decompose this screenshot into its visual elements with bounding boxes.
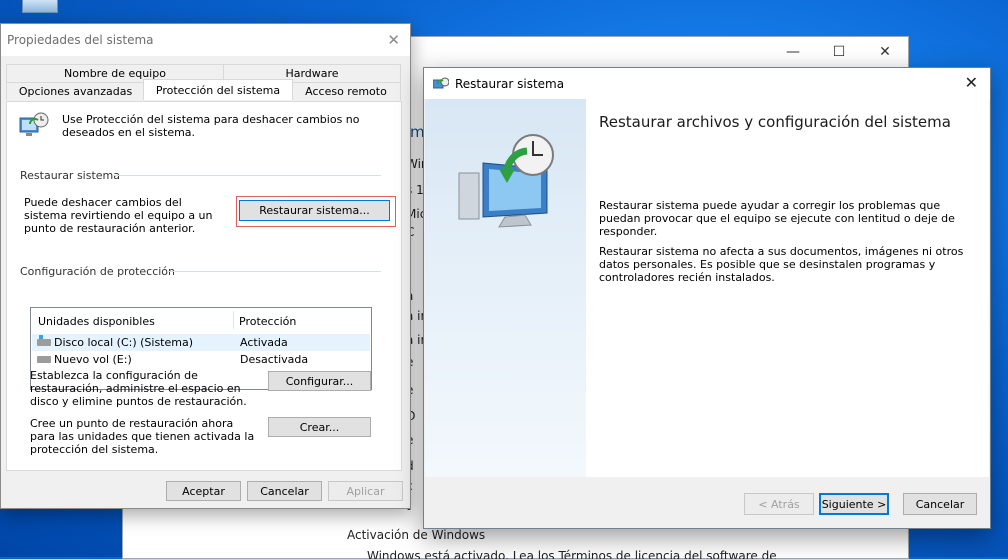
config-group-label: Configuración de protección xyxy=(20,265,176,278)
drive-icon xyxy=(37,356,51,363)
column-header-protection[interactable]: Protección xyxy=(239,315,296,328)
desktop-icon[interactable] xyxy=(22,0,58,13)
drive-row[interactable]: Nuevo vol (E:) Desactivada xyxy=(32,351,370,368)
tab-proteccion-sistema[interactable]: Protección del sistema xyxy=(143,79,293,100)
group-divider xyxy=(113,175,381,176)
tab-label: Opciones avanzadas xyxy=(18,85,133,98)
wizard-side-panel xyxy=(425,99,586,477)
wizard-paragraph-1: Restaurar sistema puede ayudar a corregi… xyxy=(599,199,955,238)
system-restore-illustration xyxy=(458,134,554,228)
cancel-button[interactable]: Cancelar xyxy=(247,481,322,501)
ok-button[interactable]: Aceptar xyxy=(166,481,241,501)
wizard-title: Restaurar sistema xyxy=(455,76,565,91)
drive-row[interactable]: Disco local (C:) (Sistema) Activada xyxy=(32,334,370,351)
drive-name: Nuevo vol (E:) xyxy=(54,353,132,366)
wizard-paragraph-2: Restaurar sistema no afecta a sus docume… xyxy=(599,245,964,284)
intro-text: Use Protección del sistema para deshacer… xyxy=(62,113,360,139)
wizard-footer: < Atrás Siguiente > Cancelar xyxy=(424,477,990,528)
close-button[interactable]: ✕ xyxy=(862,37,908,67)
restore-app-icon xyxy=(433,77,449,88)
restore-system-button[interactable]: Restaurar sistema... xyxy=(239,200,390,221)
drive-protection-status: Activada xyxy=(240,336,288,349)
wizard-main-panel: Restaurar archivos y configuración del s… xyxy=(586,99,989,477)
cancel-button[interactable]: Cancelar xyxy=(903,493,977,515)
back-button[interactable]: < Atrás xyxy=(744,493,814,515)
protection-tab-panel xyxy=(6,101,402,471)
dialog-title: Propiedades del sistema xyxy=(7,33,154,47)
activation-link[interactable]: Windows está activado. Lea los Términos … xyxy=(367,549,787,559)
tab-label: Hardware xyxy=(285,67,339,80)
minimize-button[interactable]: — xyxy=(770,37,816,67)
system-protection-icon xyxy=(19,112,49,136)
apply-button[interactable]: Aplicar xyxy=(328,481,403,501)
restore-description: Puede deshacer cambios del sistema revir… xyxy=(24,196,213,235)
create-button[interactable]: Crear... xyxy=(268,417,371,437)
wizard-heading: Restaurar archivos y configuración del s… xyxy=(599,113,951,131)
tab-opciones-avanzadas[interactable]: Opciones avanzadas xyxy=(6,82,145,100)
column-header-drives[interactable]: Unidades disponibles xyxy=(38,315,155,328)
activation-label: Activación de Windows xyxy=(347,528,486,542)
wizard-titlebar: Restaurar sistema ✕ xyxy=(424,68,990,99)
restore-group-label: Restaurar sistema xyxy=(20,169,121,182)
maximize-button[interactable]: ☐ xyxy=(816,37,862,67)
configure-description: Establezca la configuración de restaurac… xyxy=(30,369,247,408)
dialog-titlebar: Propiedades del sistema ✕ xyxy=(1,24,410,56)
drive-protection-status: Desactivada xyxy=(240,353,309,366)
close-icon[interactable]: ✕ xyxy=(387,31,400,49)
system-properties-dialog: Propiedades del sistema ✕ Nombre de equi… xyxy=(0,23,411,509)
system-drive-icon xyxy=(37,335,51,346)
column-divider xyxy=(233,311,234,329)
tab-label: Acceso remoto xyxy=(305,85,387,98)
tab-label: Protección del sistema xyxy=(155,83,281,97)
window-controls: — ☐ ✕ xyxy=(770,37,908,67)
configure-button[interactable]: Configurar... xyxy=(268,371,371,391)
tab-acceso-remoto[interactable]: Acceso remoto xyxy=(291,82,401,100)
group-divider xyxy=(167,271,381,272)
close-icon[interactable]: ✕ xyxy=(965,73,978,92)
drive-name: Disco local (C:) (Sistema) xyxy=(54,336,194,349)
create-description: Cree un punto de restauración ahora para… xyxy=(30,417,255,456)
restore-wizard-dialog: Restaurar sistema ✕ Restaurar archivos y… xyxy=(423,67,991,529)
next-button[interactable]: Siguiente > xyxy=(819,493,889,515)
drives-list-header: Unidades disponibles Protección xyxy=(31,308,371,330)
